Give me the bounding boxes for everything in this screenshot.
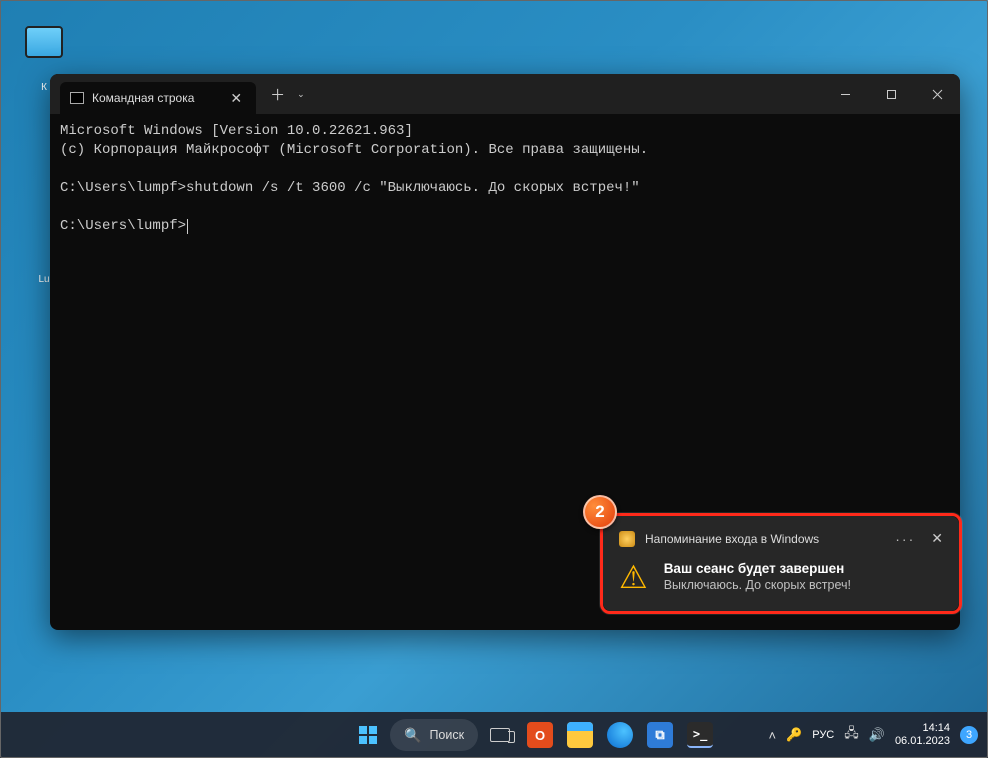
notification-more-button[interactable]: ···	[895, 531, 915, 547]
terminal-prompt: C:\Users\lumpf>	[60, 218, 186, 234]
clock-time: 14:14	[895, 722, 950, 735]
monitor-icon	[25, 26, 63, 58]
taskbar-app-store[interactable]: ⧉	[642, 717, 678, 753]
network-icon[interactable]: 🖧	[844, 724, 859, 746]
close-button[interactable]	[914, 74, 960, 114]
warning-icon: ⚠	[619, 561, 648, 593]
taskbar-app-terminal[interactable]: >_	[682, 717, 718, 753]
terminal-icon: >_	[687, 722, 713, 748]
notification-body: ⚠ Ваш сеанс будет завершен Выключаюсь. Д…	[619, 561, 943, 593]
clock-date: 06.01.2023	[895, 735, 950, 748]
tray-security-icon[interactable]: 🔑	[786, 727, 802, 743]
volume-icon[interactable]: 🔊	[869, 727, 885, 743]
tab-dropdown-button[interactable]: ⌄	[297, 89, 305, 100]
terminal-line: Microsoft Windows [Version 10.0.22621.96…	[60, 123, 413, 139]
tray-chevron-icon[interactable]: ˄	[768, 728, 776, 743]
terminal-cursor	[187, 219, 188, 234]
edge-icon	[607, 722, 633, 748]
notification-close-button[interactable]: ✕	[931, 530, 943, 547]
notification-title: Ваш сеанс будет завершен	[664, 561, 851, 576]
security-key-icon	[619, 531, 635, 547]
taskbar: 🔍 Поиск O ⧉ >_ ˄ 🔑 РУС 🖧 🔊 14:14 06.01.2…	[0, 712, 988, 758]
notification-message: Выключаюсь. До скорых встреч!	[664, 578, 851, 592]
terminal-line: (c) Корпорация Майкрософт (Microsoft Cor…	[60, 142, 648, 158]
taskbar-app-office[interactable]: O	[522, 717, 558, 753]
maximize-button[interactable]	[868, 74, 914, 114]
annotation-highlight: Напоминание входа в Windows ··· ✕ ⚠ Ваш …	[600, 513, 962, 614]
taskbar-app-edge[interactable]	[602, 717, 638, 753]
search-placeholder: Поиск	[429, 728, 464, 742]
task-view-button[interactable]	[482, 717, 518, 753]
office-icon: O	[527, 722, 553, 748]
cmd-icon	[70, 92, 84, 104]
desktop-icon-thispc[interactable]	[24, 26, 64, 58]
minimize-button[interactable]	[822, 74, 868, 114]
window-titlebar[interactable]: Командная строка ✕ ＋ ⌄	[50, 74, 960, 114]
notification-header: Напоминание входа в Windows ··· ✕	[619, 530, 943, 547]
annotation-badge: 2	[583, 495, 617, 529]
notification-app-name: Напоминание входа в Windows	[645, 532, 895, 546]
tab-close-button[interactable]: ✕	[230, 90, 242, 107]
taskbar-app-explorer[interactable]	[562, 717, 598, 753]
start-button[interactable]	[350, 717, 386, 753]
language-indicator[interactable]: РУС	[812, 729, 834, 741]
notification-count-badge[interactable]: 3	[960, 726, 978, 744]
taskbar-clock[interactable]: 14:14 06.01.2023	[895, 722, 950, 748]
file-explorer-icon	[567, 722, 593, 748]
taskview-icon	[490, 728, 510, 742]
store-icon: ⧉	[647, 722, 673, 748]
new-tab-button[interactable]: ＋	[270, 84, 285, 105]
notification-toast[interactable]: Напоминание входа в Windows ··· ✕ ⚠ Ваш …	[603, 516, 959, 611]
terminal-tab[interactable]: Командная строка ✕	[60, 82, 256, 114]
terminal-line: C:\Users\lumpf>shutdown /s /t 3600 /c "В…	[60, 180, 640, 196]
taskbar-search[interactable]: 🔍 Поиск	[390, 719, 478, 751]
tab-title: Командная строка	[92, 91, 194, 105]
search-icon: 🔍	[404, 727, 421, 744]
windows-logo-icon	[359, 726, 377, 744]
